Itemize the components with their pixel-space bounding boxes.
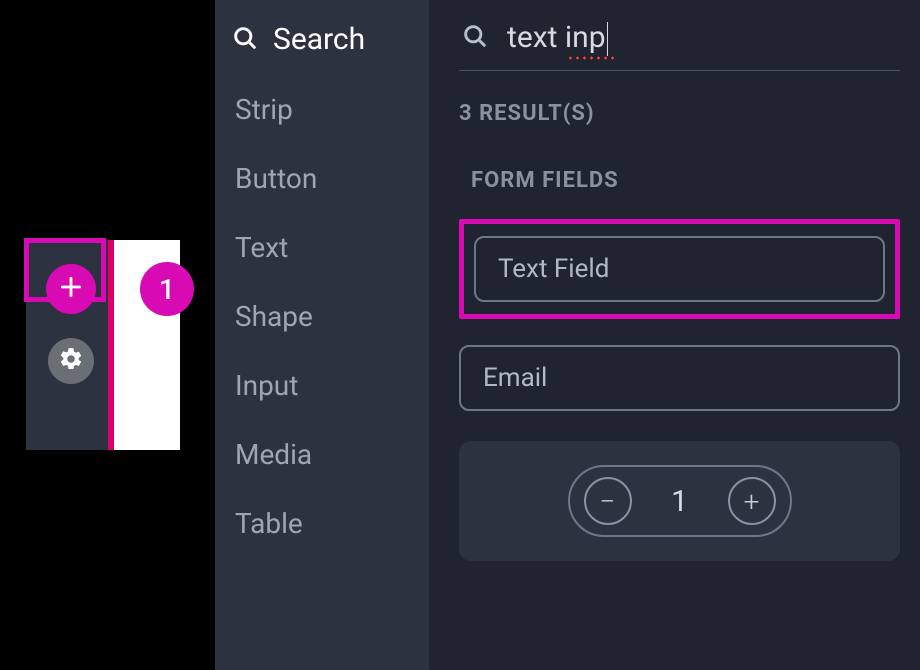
spellcheck-underline [567,56,617,60]
result-label: Text Field [498,254,609,284]
category-search[interactable]: Search [215,14,429,75]
result-email[interactable]: Email [459,345,900,411]
category-panel: Search Strip Button Text Shape Input Med… [215,0,433,670]
add-button[interactable] [46,264,96,314]
search-icon [461,22,489,54]
search-row: text inp [459,14,900,71]
result-text-field[interactable]: Text Field [474,236,885,302]
results-panel: text inp 3 RESULT(S) FORM FIELDS Text Fi… [433,0,920,670]
number-stepper: − 1 + [568,465,792,537]
step-badge: 1 [140,262,194,316]
stepper-decrement[interactable]: − [584,477,632,525]
category-item-input[interactable]: Input [215,351,429,420]
minus-icon: − [600,485,616,518]
category-item-shape[interactable]: Shape [215,282,429,351]
category-item-text[interactable]: Text [215,213,429,282]
result-email-row: Email [459,345,900,411]
stepper-value: 1 [670,484,690,519]
category-item-media[interactable]: Media [215,420,429,489]
plus-icon: + [744,485,760,518]
stepper-increment[interactable]: + [728,477,776,525]
mini-panel-divider [108,240,114,450]
result-label: Email [483,363,547,393]
category-search-label: Search [273,22,365,57]
category-item-strip[interactable]: Strip [215,75,429,144]
search-input-value: text inp [507,20,606,55]
result-text-field-highlight: Text Field [459,219,900,319]
result-number-stepper[interactable]: − 1 + [459,441,900,561]
step-badge-label: 1 [159,273,175,306]
search-input[interactable]: text inp [507,20,608,56]
left-gutter: 1 [0,0,215,670]
plus-icon [58,272,84,306]
results-count: 3 RESULT(S) [459,101,900,126]
settings-button[interactable] [48,338,94,384]
category-item-button[interactable]: Button [215,144,429,213]
mini-panel: 1 [26,240,180,450]
gear-icon [58,346,84,376]
text-cursor [607,22,608,56]
category-item-table[interactable]: Table [215,489,429,558]
search-icon [231,24,259,56]
section-label-form-fields: FORM FIELDS [471,168,900,193]
